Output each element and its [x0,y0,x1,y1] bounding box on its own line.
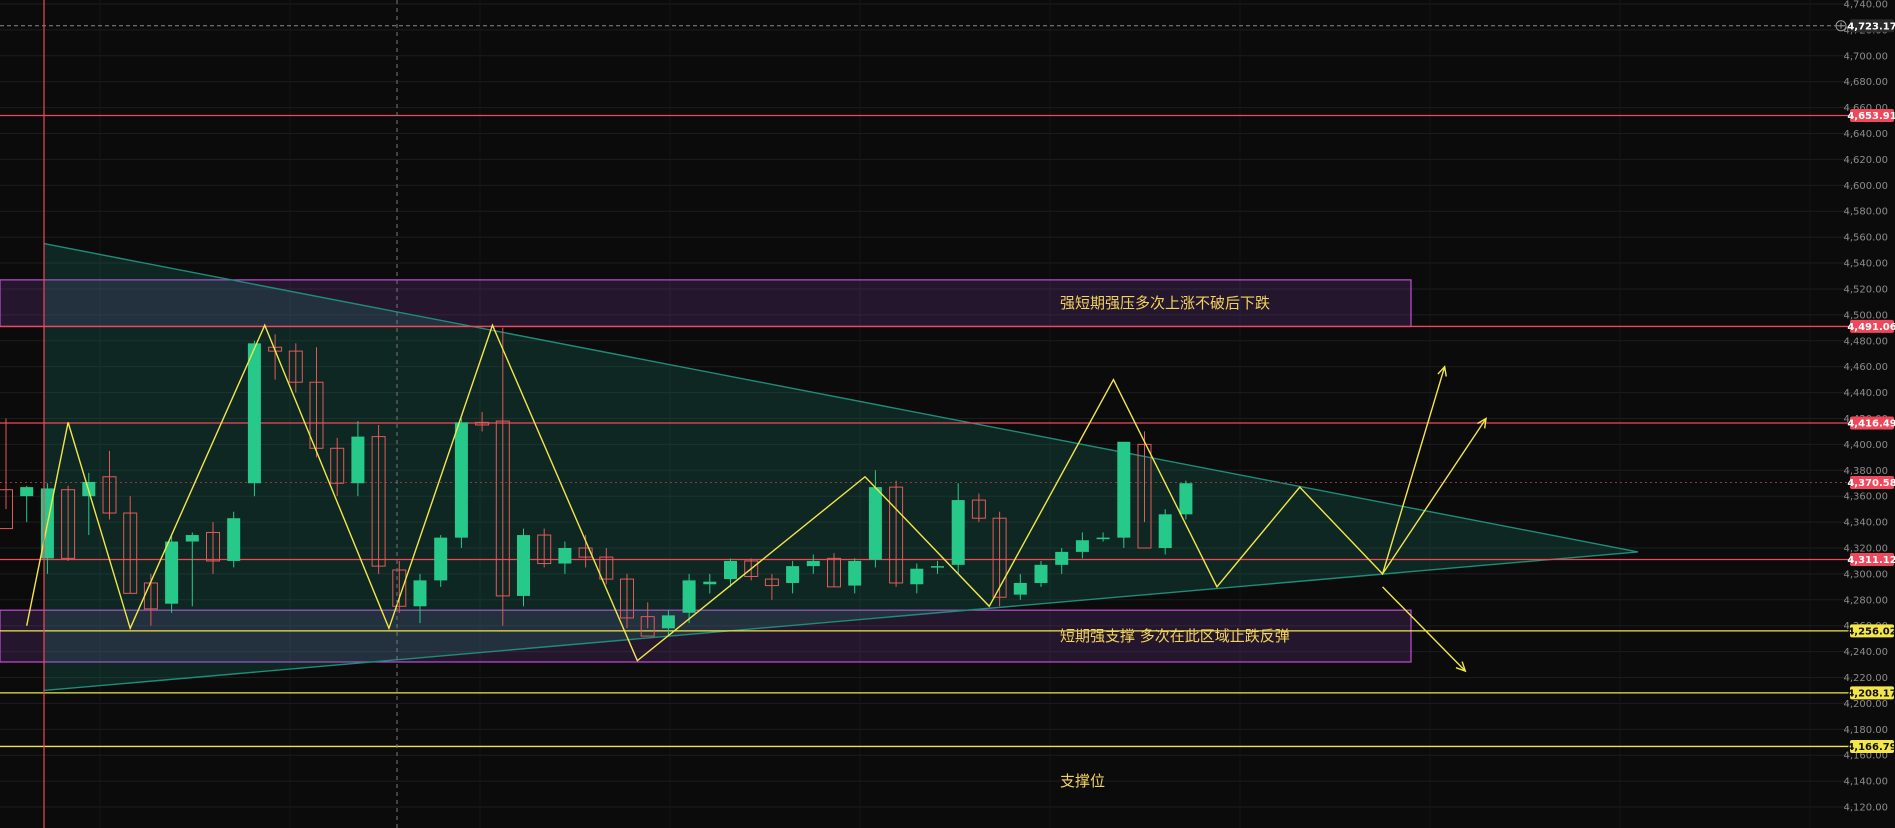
candle-body-up [1179,483,1193,515]
price-badge-label: 4,723.17 [1847,21,1895,32]
candle-body-up [703,581,717,585]
y-tick-label: 4,280.00 [1843,595,1888,606]
candle-body-up [558,548,572,564]
y-tick-label: 4,320.00 [1843,544,1888,555]
candle-body-up [20,487,34,497]
zone-label-1: 短期强支撑 多次在此区域止跌反弹 [1060,627,1290,645]
candle-body-up [351,436,365,484]
price-badge-label: 4,491.06 [1847,322,1895,333]
candle-body-up [910,568,924,585]
candle-body-up [1055,551,1069,565]
candle-body-up [724,560,737,580]
candle-body-up [1034,564,1048,583]
y-tick-label: 4,600.00 [1843,181,1888,192]
candle-body-up [1013,582,1027,595]
y-tick-label: 4,380.00 [1843,466,1888,477]
candle-body-up [247,343,261,484]
y-tick-label: 4,140.00 [1843,777,1888,788]
y-tick-label: 4,500.00 [1843,310,1888,321]
y-tick-label: 4,440.00 [1843,388,1888,399]
price-badge-label: 4,166.79 [1847,742,1895,753]
y-tick-label: 4,740.00 [1843,0,1888,11]
y-tick-label: 4,700.00 [1843,51,1888,62]
candle-body-up [682,580,696,613]
y-tick-label: 4,640.00 [1843,129,1888,140]
candle-body-up [413,580,427,607]
price-badge-label: 4,653.91 [1847,111,1895,122]
y-tick-label: 4,620.00 [1843,155,1888,166]
y-tick-label: 4,180.00 [1843,725,1888,736]
price-chart: 4,740.004,720.004,700.004,680.004,660.00… [0,0,1895,828]
candle-body-up [454,422,468,538]
price-badge-label: 4,416.49 [1847,419,1895,430]
y-tick-label: 4,240.00 [1843,647,1888,658]
candle-body-up [517,535,530,596]
candle-body-up [868,487,882,560]
price-badge-label: 4,370.58 [1847,478,1895,489]
candle-body-up [848,560,862,586]
y-tick-label: 4,540.00 [1843,259,1888,270]
candle-body-up [806,560,820,567]
y-tick-label: 4,340.00 [1843,518,1888,529]
y-tick-label: 4,400.00 [1843,440,1888,451]
candle-body-up [434,537,448,581]
y-tick-label: 4,360.00 [1843,492,1888,503]
price-badge-label: 4,311.12 [1847,555,1895,566]
zone-label-0: 强短期强压多次上涨不破后下跌 [1060,294,1270,312]
candle-body-up [1117,441,1131,538]
y-tick-label: 4,560.00 [1843,233,1888,244]
candle-body-up [661,615,675,629]
y-tick-label: 4,580.00 [1843,207,1888,218]
y-tick-label: 4,460.00 [1843,362,1888,373]
price-badge-label: 4,256.02 [1847,626,1895,637]
candle-body-up [931,566,944,568]
y-tick-label: 4,680.00 [1843,77,1888,88]
y-tick-label: 4,220.00 [1843,673,1888,684]
candle-body-up [1075,540,1089,552]
y-tick-label: 4,120.00 [1843,803,1888,814]
candle-body-up [1158,514,1172,548]
candle-body-up [951,500,965,565]
candle-body-up [185,535,199,542]
candle-body-up [1096,537,1110,540]
candle-body-up [165,541,179,604]
y-tick-label: 4,300.00 [1843,569,1888,580]
annotation-label-0: 支撑位 [1060,772,1105,790]
y-tick-label: 4,520.00 [1843,284,1888,295]
y-tick-label: 4,480.00 [1843,336,1888,347]
chart-area: 4,740.004,720.004,700.004,680.004,660.00… [0,0,1895,828]
candle-body-up [227,518,241,561]
price-badge-label: 4,208.17 [1847,688,1895,699]
candle-body-up [786,566,800,583]
y-tick-label: 4,200.00 [1843,699,1888,710]
